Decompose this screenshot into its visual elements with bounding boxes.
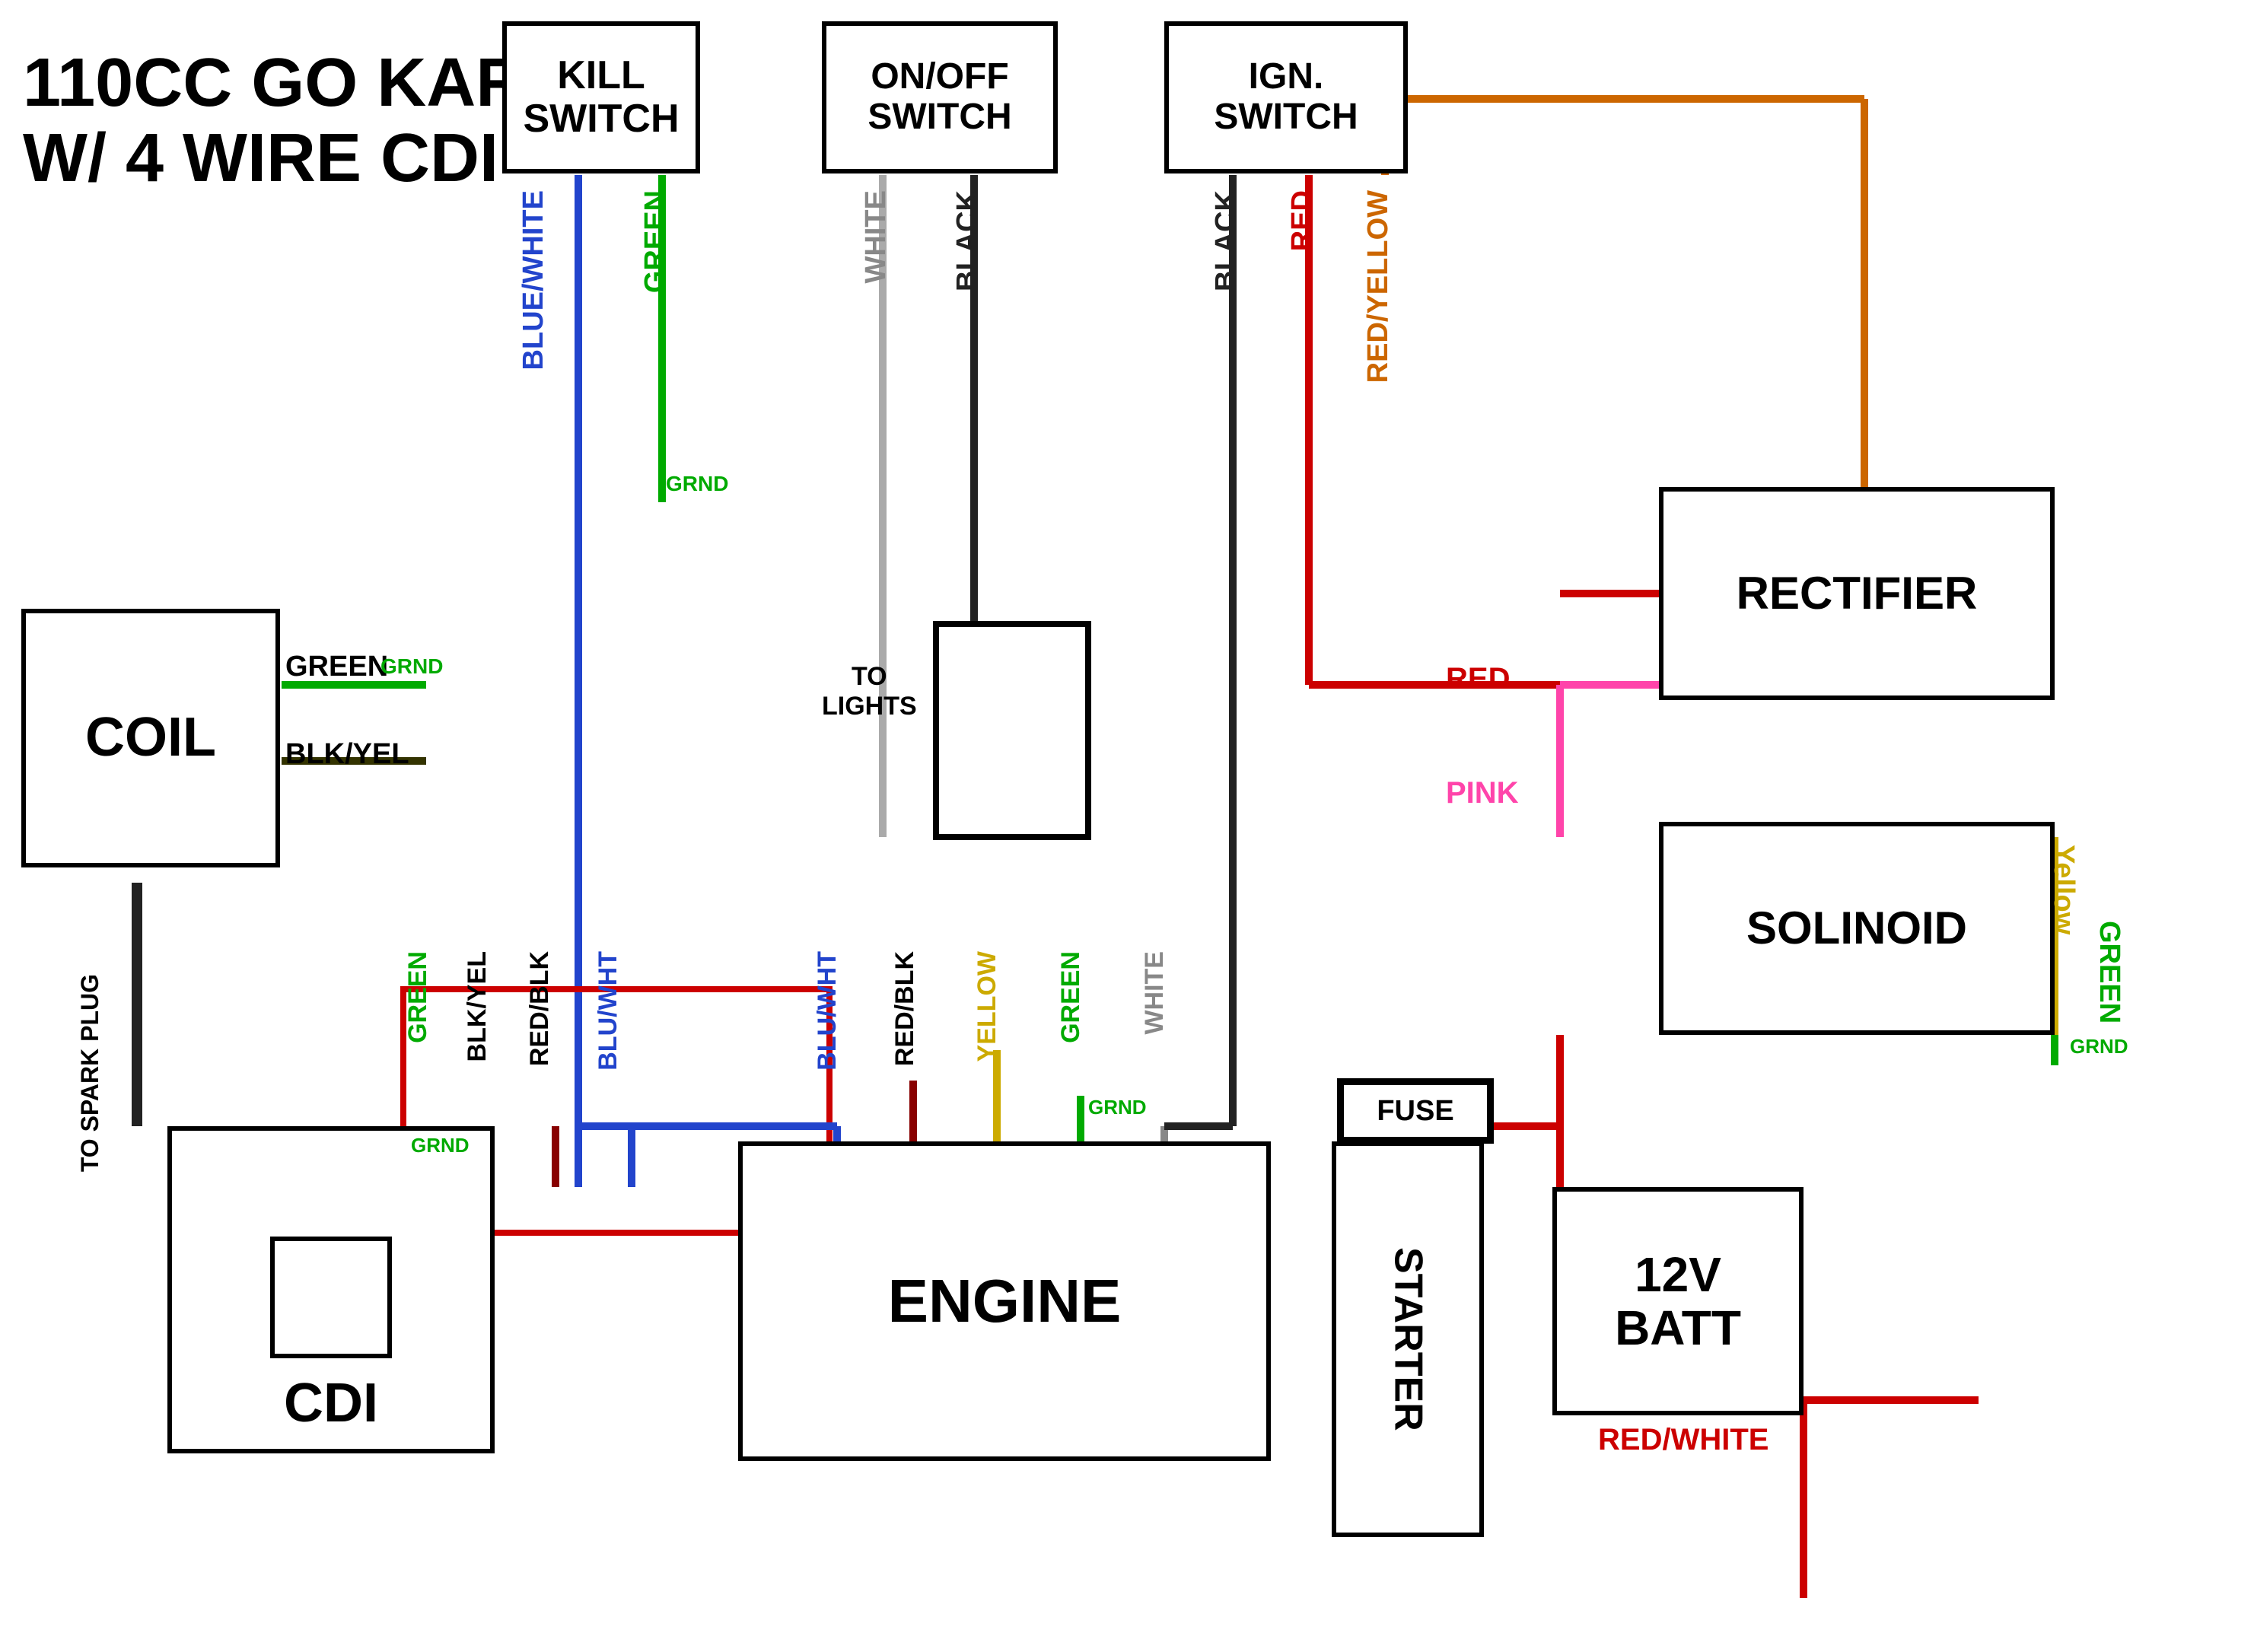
wire-label-sol-yellow: Yellow [2047, 845, 2080, 934]
grnd-kill-switch: GRND [666, 472, 728, 496]
wire-label-eng-red-blk: RED/BLK [890, 951, 920, 1066]
wire-label-black-onoff: BLACK [951, 190, 984, 291]
wire-label-eng-blu-wht: BLU/WHT [813, 951, 842, 1071]
wire-label-batt-red-white: RED/WHITE [1598, 1423, 1768, 1457]
battery-box: 12VBATT [1552, 1187, 1804, 1415]
wire-label-red-yellow: RED/YELLOW [1362, 190, 1395, 383]
grnd-engine: GRND [1088, 1096, 1147, 1119]
rectifier-box: RECTIFIER [1659, 487, 2055, 700]
fuse-box: FUSE [1339, 1081, 1492, 1141]
starter-box: STARTER [1332, 1141, 1484, 1537]
wire-label-white: WHITE [860, 190, 893, 283]
engine-box: ENGINE [738, 1141, 1271, 1461]
solinoid-box: SOLINOID [1659, 822, 2055, 1035]
wire-label-red-ign: RED [1286, 190, 1319, 251]
wire-label-green-kill: GREEN [639, 190, 672, 293]
wire-label-spark-plug: TO SPARK PLUG [76, 974, 104, 1172]
onoff-switch-box: ON/OFFSWITCH [822, 21, 1058, 173]
wire-label-cdi-green: GREEN [403, 951, 433, 1043]
wire-label-eng-yellow: YELLOW [973, 951, 1002, 1062]
wire-label-rect-red: RED [1446, 662, 1510, 696]
wire-label-cdi-red-blk: RED/BLK [525, 951, 555, 1066]
wire-label-eng-green: GREEN [1056, 951, 1086, 1043]
coil-box: COIL [21, 609, 280, 867]
wire-label-coil-blk-yel: BLK/YEL [285, 738, 409, 771]
grnd-solinoid: GRND [2070, 1035, 2128, 1058]
wire-label-blue-white: BLUE/WHITE [517, 190, 550, 370]
wire-label-rect-pink: PINK [1446, 776, 1519, 810]
wire-label-black-ign: BLACK [1210, 190, 1243, 291]
diagram-title: 110CC GO KARTW/ 4 WIRE CDI [23, 46, 567, 196]
wire-label-sol-green: GREEN [2093, 921, 2125, 1023]
kill-switch-box: KILLSWITCH [502, 21, 700, 173]
wire-label-to-lights: TOLIGHTS [822, 662, 917, 721]
wiring-diagram: 110CC GO KARTW/ 4 WIRE CDI [0, 0, 2254, 1652]
wire-label-coil-green: GREEN [285, 651, 388, 683]
ign-switch-box: IGN.SWITCH [1164, 21, 1408, 173]
wire-label-cdi-blk-yel: BLK/YEL [463, 951, 492, 1062]
grnd-coil: GRND [380, 654, 443, 679]
grnd-cdi: GRND [411, 1134, 470, 1157]
cdi-box: CDI [167, 1126, 495, 1453]
wire-label-cdi-blu-wht: BLU/WHT [594, 951, 623, 1071]
wire-label-eng-white: WHITE [1140, 951, 1170, 1035]
